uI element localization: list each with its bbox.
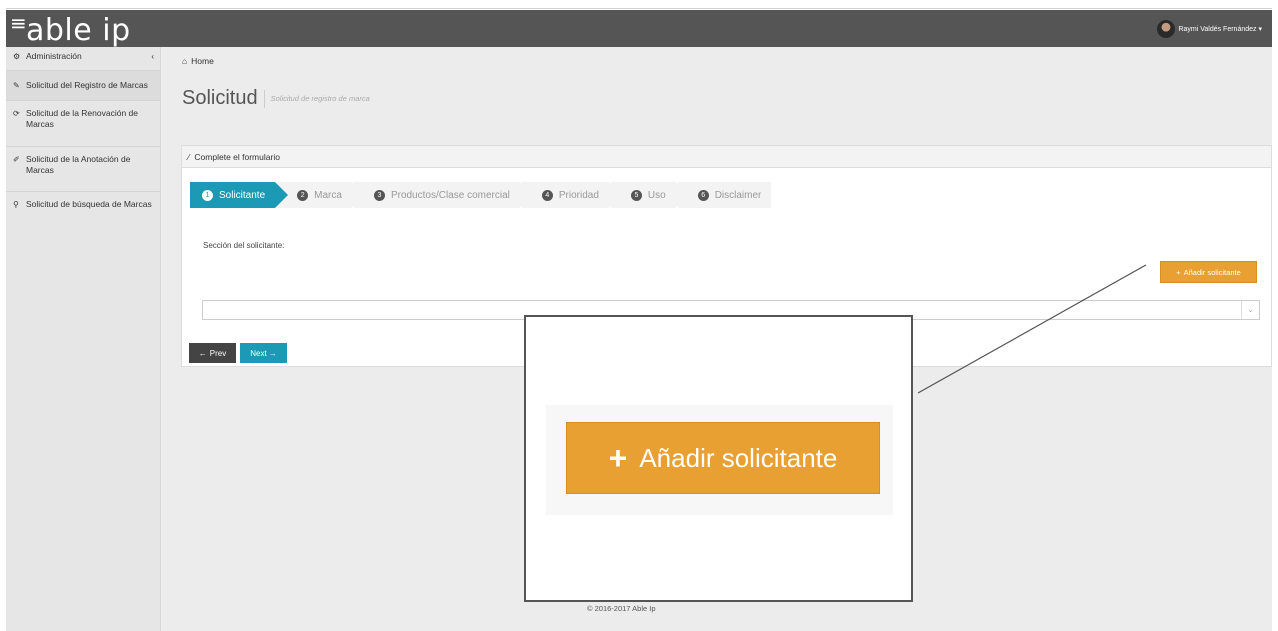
zoomed-add-applicant-button: + Añadir solicitante	[566, 422, 880, 494]
callout-line	[917, 264, 1147, 394]
zoom-background: + Añadir solicitante	[546, 405, 893, 515]
zoomed-button-label: Añadir solicitante	[639, 442, 838, 473]
plus-icon: +	[608, 440, 628, 476]
zoom-callout: + Añadir solicitante	[524, 315, 913, 602]
